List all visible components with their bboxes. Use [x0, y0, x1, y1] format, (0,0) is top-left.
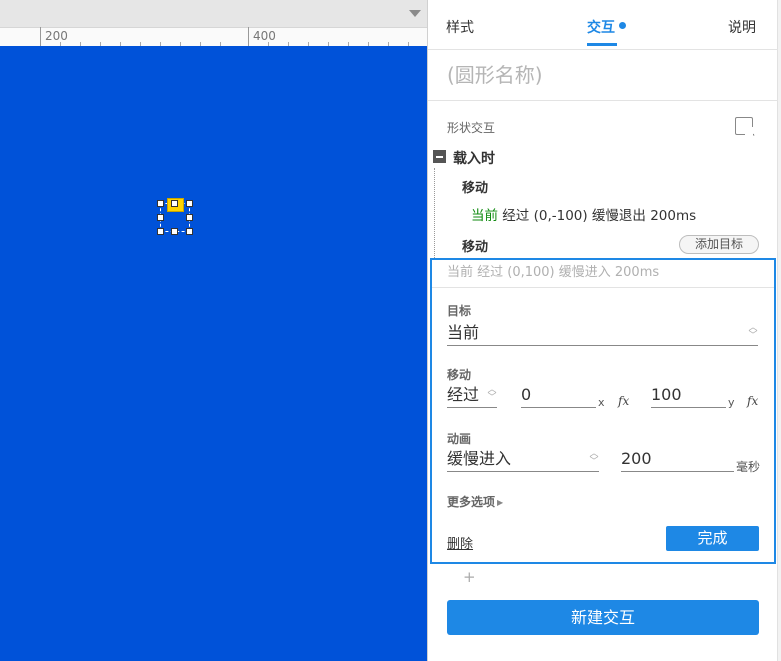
- active-tab-underline: [587, 43, 617, 46]
- new-interaction-button[interactable]: 新建交互: [447, 600, 759, 635]
- resize-handle[interactable]: [186, 200, 193, 207]
- ruler-minor-tick: [288, 42, 289, 46]
- ruler-minor-tick: [408, 42, 409, 46]
- inspector-tabs: 样式 交互 说明: [428, 0, 778, 50]
- select-chevron-icon: ︿ ﹀: [487, 385, 497, 403]
- section-title: 形状交互: [447, 121, 496, 135]
- duration-unit: 毫秒: [736, 460, 761, 474]
- chevron-down-icon[interactable]: [409, 10, 421, 17]
- more-options-label: 更多选项: [447, 495, 496, 509]
- tab-interaction[interactable]: 交互: [587, 17, 615, 37]
- resize-handle[interactable]: [171, 228, 178, 235]
- target-select[interactable]: 当前 ︿ ﹀: [447, 322, 758, 346]
- animation-value: 缓慢进入: [447, 449, 512, 468]
- ruler-minor-tick: [140, 42, 141, 46]
- editor-summary: 当前 经过 (0,100) 缓慢进入 200ms: [432, 260, 774, 288]
- ruler-minor-tick: [388, 42, 389, 46]
- resize-handle[interactable]: [186, 228, 193, 235]
- action-title[interactable]: 移动: [462, 236, 488, 255]
- tab-notes[interactable]: 说明: [728, 17, 756, 37]
- x-axis-label: x: [598, 396, 605, 409]
- ruler-ticks: 200 400: [0, 27, 427, 46]
- action-editor: 当前 经过 (0,100) 缓慢进入 200ms 目标 当前 ︿ ﹀ 移动 经过 …: [430, 258, 776, 564]
- selected-circle-widget[interactable]: ⚡: [157, 198, 193, 235]
- ruler-minor-tick: [308, 42, 309, 46]
- action-description[interactable]: 当前 经过 (0,-100) 缓慢退出 200ms: [471, 204, 696, 224]
- y-offset-input[interactable]: 100: [651, 384, 726, 408]
- select-target-icon[interactable]: ↖: [735, 117, 756, 138]
- action-detail: 经过 (0,-100) 缓慢退出 200ms: [502, 208, 697, 224]
- ruler-minor-tick: [368, 42, 369, 46]
- ruler-minor-tick: [328, 42, 329, 46]
- collapse-icon[interactable]: [433, 150, 446, 163]
- ruler-header: [0, 0, 427, 27]
- action-title[interactable]: 移动: [462, 177, 488, 196]
- ruler-minor-tick: [80, 42, 81, 46]
- move-label: 移动: [447, 368, 472, 382]
- x-offset-input[interactable]: 0: [521, 384, 596, 408]
- add-target-button[interactable]: 添加目标: [679, 235, 759, 254]
- y-value: 100: [651, 385, 682, 404]
- y-axis-label: y: [728, 396, 735, 409]
- target-value: 当前: [447, 323, 480, 342]
- ruler-minor-tick: [160, 42, 161, 46]
- ruler-minor-tick: [100, 42, 101, 46]
- select-chevron-icon: ︿ ﹀: [589, 449, 599, 467]
- ruler-label-200: 200: [45, 29, 68, 43]
- event-label[interactable]: 载入时: [453, 148, 495, 168]
- action-target: 当前: [471, 208, 498, 224]
- animation-label: 动画: [447, 432, 472, 446]
- function-icon[interactable]: fx: [618, 394, 629, 408]
- animation-select[interactable]: 缓慢进入 ︿ ﹀: [447, 448, 599, 472]
- design-canvas[interactable]: 200 400 ⚡: [0, 0, 427, 661]
- done-button[interactable]: 完成: [666, 526, 759, 551]
- select-chevron-icon: ︿ ﹀: [748, 323, 758, 341]
- delete-link[interactable]: 删除: [447, 533, 473, 552]
- duration-value: 200: [621, 449, 652, 468]
- horizontal-ruler: 200 400: [0, 0, 427, 46]
- tab-style[interactable]: 样式: [446, 17, 474, 37]
- add-icon[interactable]: +: [463, 568, 476, 586]
- tree-connector: [434, 168, 435, 260]
- resize-handle[interactable]: [171, 200, 178, 207]
- move-mode-select[interactable]: 经过 ︿ ﹀: [447, 384, 497, 408]
- active-dot-indicator: [619, 22, 626, 29]
- shape-name-field[interactable]: (圆形名称): [428, 51, 778, 101]
- ruler-minor-tick: [220, 42, 221, 46]
- ruler-label-400: 400: [253, 29, 276, 43]
- ruler-minor-tick: [200, 42, 201, 46]
- duration-input[interactable]: 200: [621, 448, 734, 472]
- caret-right-icon: ▶: [497, 498, 504, 507]
- resize-handle[interactable]: [157, 214, 164, 221]
- resize-handle[interactable]: [157, 228, 164, 235]
- ruler-minor-tick: [348, 42, 349, 46]
- resize-handle[interactable]: [157, 200, 164, 207]
- ruler-major-tick: [40, 27, 41, 46]
- function-icon[interactable]: fx: [747, 394, 758, 408]
- resize-handle[interactable]: [186, 214, 193, 221]
- inspector-panel: 样式 交互 说明 (圆形名称) 形状交互 ↖ 载入时 移动 当前 经过 (0,-…: [427, 0, 781, 661]
- ruler-major-tick: [248, 27, 249, 46]
- more-options-toggle[interactable]: 更多选项 ▶: [447, 493, 503, 510]
- x-value: 0: [521, 385, 532, 404]
- target-label: 目标: [447, 304, 472, 318]
- ruler-minor-tick: [120, 42, 121, 46]
- move-mode-value: 经过: [447, 385, 480, 404]
- ruler-minor-tick: [180, 42, 181, 46]
